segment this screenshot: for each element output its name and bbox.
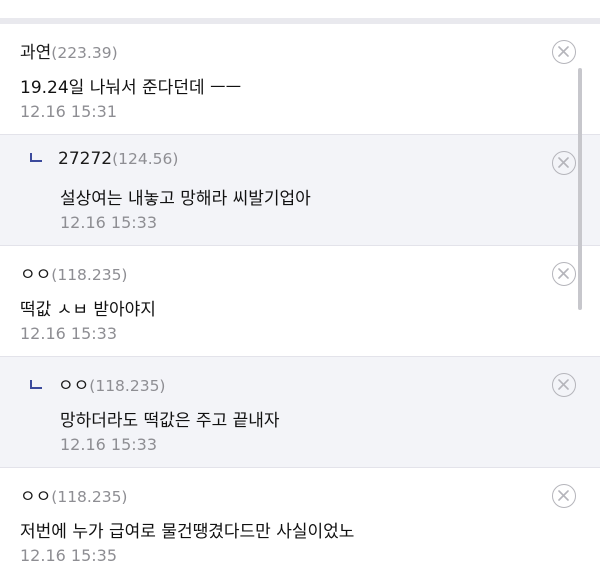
reply-arrow-icon [30, 380, 42, 389]
delete-comment-button[interactable] [552, 262, 576, 286]
comment-ip: (124.56) [112, 150, 179, 168]
comment-item: ㅇㅇ(118.235) 떡값 ㅅㅂ 받아야지 12.16 15:33 [0, 246, 600, 357]
comment-text: 망하더라도 떡값은 주고 끝내자 [60, 411, 280, 431]
delete-comment-button[interactable] [552, 484, 576, 508]
comment-header: ㅇㅇ(118.235) [20, 260, 127, 285]
comment-item: ㅇㅇ(118.235) 저번에 누가 급여로 물건땡겼다드만 사실이었노 12.… [0, 468, 600, 563]
comment-header: ㅇㅇ(118.235) [30, 371, 165, 396]
comment-author[interactable]: ㅇㅇ [20, 265, 51, 285]
comment-text: 저번에 누가 급여로 물건땡겼다드만 사실이었노 [20, 522, 355, 542]
close-icon [558, 379, 569, 390]
comment-header: 과연(223.39) [20, 38, 118, 63]
comment-header: 27272(124.56) [30, 149, 178, 169]
comment-author[interactable]: ㅇㅇ [20, 487, 51, 507]
top-divider-band [0, 0, 600, 26]
comment-author[interactable]: 과연 [20, 43, 51, 63]
comment-ip: (223.39) [51, 44, 118, 62]
comment-text: 19.24일 나눠서 준다던데 ㅡㅡ [20, 78, 242, 98]
close-icon [558, 268, 569, 279]
reply-item: ㅇㅇ(118.235) 망하더라도 떡값은 주고 끝내자 12.16 15:33 [0, 357, 600, 468]
comment-author[interactable]: 27272 [58, 149, 112, 169]
comment-text: 떡값 ㅅㅂ 받아야지 [20, 300, 156, 320]
comment-ip: (118.235) [51, 266, 128, 284]
scrollbar[interactable] [578, 68, 582, 310]
comment-header: ㅇㅇ(118.235) [20, 482, 127, 507]
comment-time: 12.16 15:31 [20, 102, 117, 121]
close-icon [558, 157, 569, 168]
comment-time: 12.16 15:35 [20, 546, 117, 563]
comment-time: 12.16 15:33 [20, 324, 117, 343]
close-icon [558, 46, 569, 57]
reply-item: 27272(124.56) 설상여는 내놓고 망해라 씨발기업아 12.16 1… [0, 135, 600, 246]
delete-comment-button[interactable] [552, 40, 576, 64]
comment-item: 과연(223.39) 19.24일 나눠서 준다던데 ㅡㅡ 12.16 15:3… [0, 24, 600, 135]
comment-author[interactable]: ㅇㅇ [58, 376, 89, 396]
comment-list: 과연(223.39) 19.24일 나눠서 준다던데 ㅡㅡ 12.16 15:3… [0, 24, 600, 563]
comment-ip: (118.235) [51, 488, 128, 506]
delete-comment-button[interactable] [552, 151, 576, 175]
comment-ip: (118.235) [89, 377, 166, 395]
reply-arrow-icon [30, 153, 42, 162]
comment-text: 설상여는 내놓고 망해라 씨발기업아 [60, 189, 311, 209]
close-icon [558, 490, 569, 501]
comment-time: 12.16 15:33 [60, 435, 157, 454]
delete-comment-button[interactable] [552, 373, 576, 397]
comment-time: 12.16 15:33 [60, 213, 157, 232]
